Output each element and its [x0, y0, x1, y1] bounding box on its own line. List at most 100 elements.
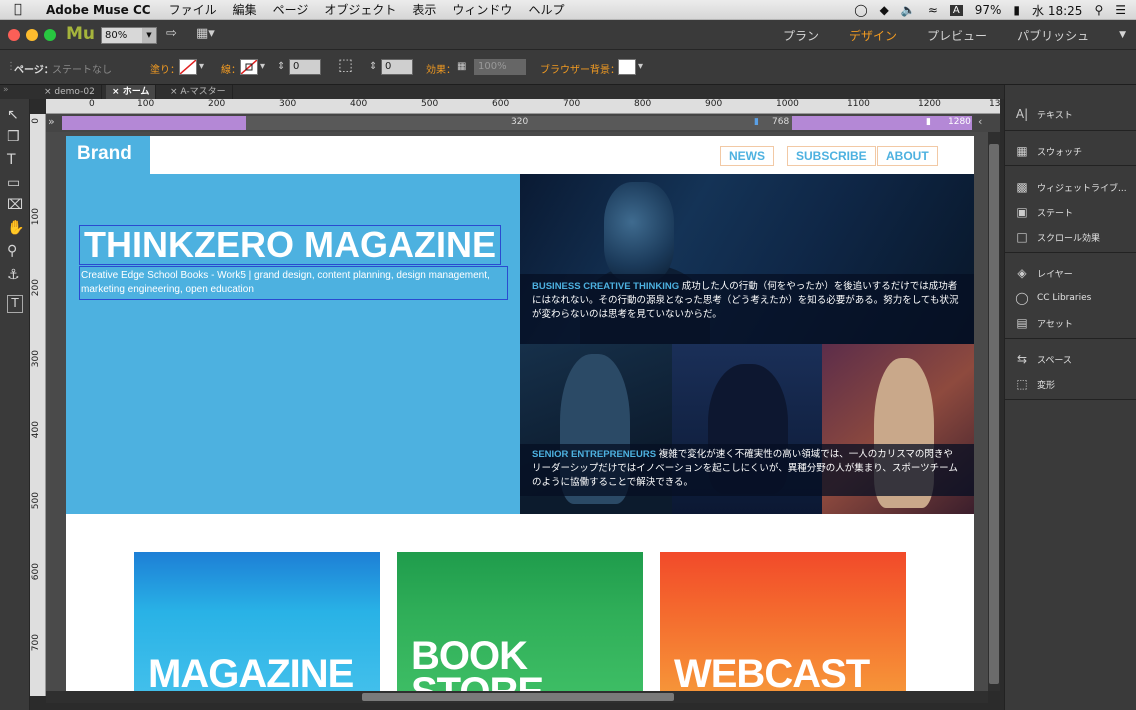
hero-panel[interactable]: THINKZERO MAGAZINE Creative Edge School …	[66, 174, 520, 514]
horizontal-ruler[interactable]: 0 100 200 300 400 500 600 700 800 900 10…	[46, 99, 1000, 114]
frame-tool-icon[interactable]: ⌧	[7, 197, 23, 213]
wifi-icon[interactable]: ≈	[928, 3, 938, 17]
horizontal-scrollbar[interactable]	[46, 691, 988, 703]
browser-bg-swatch[interactable]	[618, 59, 636, 75]
vertical-scrollbar[interactable]	[988, 132, 1000, 691]
breakpoint-range-small[interactable]	[62, 116, 246, 130]
breakpoint-range-large[interactable]	[792, 116, 972, 130]
mode-preview[interactable]: プレビュー	[927, 27, 987, 44]
chevron-down-icon[interactable]: ▾	[260, 61, 265, 72]
panel-spacing[interactable]: ⇆ スペース	[1013, 352, 1072, 366]
dropbox-icon[interactable]: ◆	[880, 3, 889, 17]
tab-demo-02[interactable]: × demo-02	[38, 85, 102, 99]
spotlight-icon[interactable]: ⚲	[1094, 3, 1103, 17]
breakpoint-marker-icon[interactable]: ▮	[754, 117, 759, 127]
hero-subtitle[interactable]: Creative Edge School Books - Work5 | gra…	[79, 266, 508, 300]
panel-assets[interactable]: ▤ アセット	[1013, 316, 1073, 330]
chevron-down-icon[interactable]: ▾	[638, 61, 643, 72]
hero-title[interactable]: THINKZERO MAGAZINE	[79, 225, 501, 265]
scroll-thumb[interactable]	[989, 144, 999, 684]
chevron-left-icon[interactable]: ‹	[978, 115, 982, 128]
anchor-icon[interactable]: ⚓	[7, 267, 20, 283]
chevron-down-icon[interactable]: ▼	[142, 28, 156, 43]
mode-publish[interactable]: パブリッシュ	[1017, 27, 1089, 44]
battery-icon[interactable]: ▮	[1013, 3, 1020, 17]
close-icon[interactable]: ×	[112, 87, 123, 97]
stroke-width-input[interactable]: 0	[289, 59, 321, 75]
ruler-tick: 800	[634, 99, 652, 109]
chevron-down-icon[interactable]: ▾	[199, 61, 204, 72]
panel-widgets-library[interactable]: ▩ ウィジェットライブ...	[1013, 180, 1126, 194]
place-file-icon[interactable]: ⇨	[166, 26, 177, 41]
breakpoint-marker-icon[interactable]: ▮	[926, 117, 931, 127]
card-bookstore[interactable]: BOOK STORE	[397, 552, 643, 691]
rectangle-tool-icon[interactable]: ▭	[7, 175, 20, 191]
panel-swatches[interactable]: ▦ スウォッチ	[1013, 144, 1082, 158]
mode-plan[interactable]: プラン	[783, 27, 819, 44]
breakpoint-bar[interactable]: » 320 ▮ 768 ▮ 1280 ‹	[46, 114, 1000, 132]
card-magazine[interactable]: MAGAZINE	[134, 552, 380, 691]
panel-transform[interactable]: ⬚ 変形	[1013, 377, 1055, 391]
clock[interactable]: 水 18:25	[1032, 2, 1082, 19]
tab-home[interactable]: × ホーム	[106, 85, 157, 99]
app-menu[interactable]: Adobe Muse CC	[46, 3, 151, 17]
close-icon[interactable]: ×	[44, 87, 54, 97]
card-webcast[interactable]: WEBCAST	[660, 552, 906, 691]
apple-icon[interactable]: 	[14, 2, 32, 17]
zoom-window-button[interactable]	[44, 29, 56, 41]
zoom-tool-icon[interactable]: ⚲	[7, 243, 17, 259]
brand-logo[interactable]: Brand	[66, 136, 150, 174]
panel-scroll-effects[interactable]: □ スクロール効果	[1013, 230, 1100, 244]
menu-window[interactable]: ウィンドウ	[452, 1, 512, 18]
close-icon[interactable]: ×	[170, 87, 180, 97]
panel-cc-libraries[interactable]: ◯ CC Libraries	[1013, 291, 1091, 305]
ruler-tick: 13	[989, 99, 1000, 109]
panel-text[interactable]: A| テキスト	[1013, 107, 1073, 121]
photo-seniors[interactable]: SENIOR ENTREPRENEURS 複雑で変化が速く不確実性の高い領域では…	[520, 344, 974, 514]
menu-edit[interactable]: 編集	[233, 1, 257, 18]
opacity-input[interactable]: 100%	[474, 59, 526, 75]
stepper-icon[interactable]: ⇕	[369, 61, 377, 72]
hand-tool-icon[interactable]: ✋	[7, 220, 24, 236]
chevron-down-icon[interactable]: ▼	[1119, 30, 1126, 40]
input-source-icon[interactable]: A	[949, 4, 963, 16]
panel-states[interactable]: ▣ ステート	[1013, 205, 1073, 219]
corner-radius-icon[interactable]: ⬚	[338, 55, 353, 74]
cc-icon[interactable]: ◯	[854, 3, 867, 17]
nav-about[interactable]: ABOUT	[877, 146, 938, 166]
minimize-window-button[interactable]	[26, 29, 38, 41]
collapse-icon[interactable]: »	[48, 115, 55, 128]
scroll-thumb[interactable]	[362, 693, 674, 701]
stepper-icon[interactable]: ⇕	[277, 61, 285, 72]
menu-object[interactable]: オブジェクト	[324, 1, 396, 18]
menu-page[interactable]: ページ	[273, 1, 309, 18]
page-artboard[interactable]: Brand NEWS SUBSCRIBE ABOUT THINKZERO MAG…	[66, 136, 974, 691]
selection-tool-icon[interactable]: ↖	[7, 107, 19, 123]
menu-file[interactable]: ファイル	[169, 1, 217, 18]
tab-a-master[interactable]: × A-マスター	[164, 85, 233, 99]
fill-swatch[interactable]	[179, 59, 197, 75]
page-layout-icon[interactable]: ▦▾	[196, 26, 215, 41]
design-canvas[interactable]: Brand NEWS SUBSCRIBE ABOUT THINKZERO MAG…	[46, 132, 988, 691]
vertical-ruler[interactable]: 0 100 200 300 400 500 600 700	[30, 114, 46, 696]
stroke-swatch[interactable]	[240, 59, 258, 75]
effects-icon[interactable]: ▦	[457, 61, 466, 72]
nav-news[interactable]: NEWS	[720, 146, 774, 166]
menu-help[interactable]: ヘルプ	[528, 1, 564, 18]
text-tool-icon[interactable]: T	[7, 152, 16, 168]
photo-thinker[interactable]: BUSINESS CREATIVE THINKING 成功した人の行動（何をやっ…	[520, 174, 974, 344]
caption-seniors[interactable]: SENIOR ENTREPRENEURS 複雑で変化が速く不確実性の高い領域では…	[532, 448, 962, 490]
corner-input[interactable]: 0	[381, 59, 413, 75]
mode-design[interactable]: デザイン	[849, 27, 897, 44]
collapse-icon[interactable]: »	[3, 85, 9, 95]
zoom-select[interactable]: 80% ▼	[101, 27, 157, 44]
text-color-icon[interactable]: T	[7, 295, 23, 313]
panel-layers[interactable]: ◈ レイヤー	[1013, 266, 1072, 280]
volume-icon[interactable]: 🔈	[901, 3, 916, 17]
crop-tool-icon[interactable]: ❒	[7, 129, 20, 145]
nav-subscribe[interactable]: SUBSCRIBE	[787, 146, 876, 166]
notification-center-icon[interactable]: ☰	[1115, 3, 1126, 17]
caption-business[interactable]: BUSINESS CREATIVE THINKING 成功した人の行動（何をやっ…	[532, 280, 962, 322]
menu-view[interactable]: 表示	[412, 1, 436, 18]
close-window-button[interactable]	[8, 29, 20, 41]
